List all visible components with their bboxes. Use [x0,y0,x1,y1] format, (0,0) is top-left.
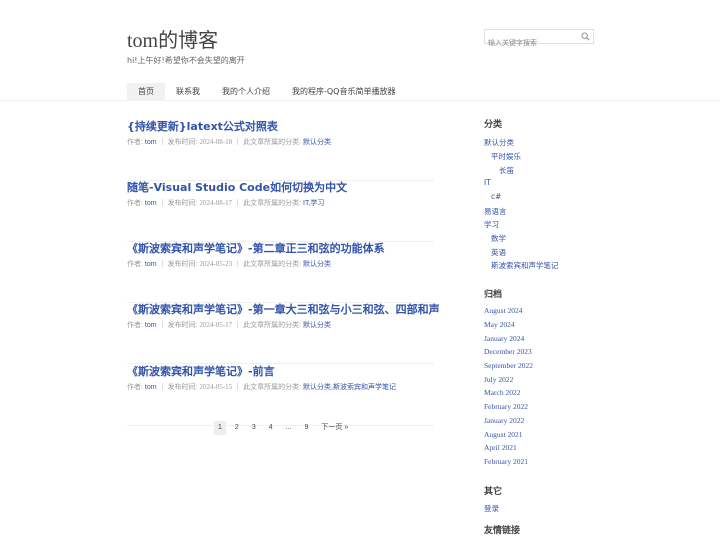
post-date: 2024-05-23 [199,260,233,268]
category-label: 此文章所属的分类: [243,200,304,207]
post-date: 2024-08-17 [199,199,233,207]
category-label: 此文章所属的分类: [243,384,304,391]
page-ellipsis: ... [285,424,292,431]
post-author-link[interactable]: tom [145,322,157,329]
nav-item-about[interactable]: 我的个人介绍 [211,83,281,100]
category-label: 此文章所属的分类: [243,322,304,329]
post-meta: 作者: tom 发布时间: 2024-08-18 此文章所属的分类: 默认分类 [127,137,331,147]
page-link-last[interactable]: 9 [300,421,312,435]
sidebar-category-link[interactable]: 默认分类 [484,137,514,148]
site-title[interactable]: tom的博客 [127,24,218,53]
sidebar-archive-link[interactable]: February 2021 [484,457,528,466]
post-meta: 作者: tom 发布时间: 2024-08-17 此文章所属的分类: IT,学习 [127,198,324,208]
site-description: hi!上午好!希望你不会失望的离开 [127,56,245,65]
post-date: 2024-08-18 [199,138,233,146]
sidebar-category-link[interactable]: 长笛 [499,165,514,176]
search-input[interactable] [485,36,576,50]
sidebar-archive-link[interactable]: January 2024 [484,334,524,343]
post-author-link[interactable]: tom [145,139,157,146]
post-item: 《斯波索宾和声学笔记》-第一章大三和弦与小三和弦、四部和声 作者: tom 发布时… [127,301,440,364]
category-label: 此文章所属的分类: [243,261,304,268]
post-date: 2024-05-15 [199,383,233,391]
post-category-link[interactable]: 默认分类,斯波索宾和声学笔记 [303,384,396,391]
published-label: 发布时间: [167,322,200,329]
post-author-link[interactable]: tom [145,384,157,391]
post-meta: 作者: tom 发布时间: 2024-05-15 此文章所属的分类: 默认分类,斯波… [127,382,396,392]
login-link[interactable]: 登录 [484,503,499,514]
post-meta: 作者: tom 发布时间: 2024-05-17 此文章所属的分类: 默认分类 [127,320,331,330]
post-item: {持续更新}latext公式对照表 作者: tom 发布时间: 2024-08-1… [127,118,434,181]
sidebar-category-link[interactable]: 平时娱乐 [491,151,521,162]
published-label: 发布时间: [167,384,200,391]
category-label: 此文章所属的分类: [243,139,304,146]
sidebar-category-link[interactable]: 数学 [491,233,506,244]
sidebar-category-link[interactable]: 易语言 [484,206,507,217]
author-label: 作者: [127,322,145,329]
search-icon[interactable] [581,32,590,41]
post-item: 《斯波索宾和声学笔记》-第二章正三和弦的功能体系 作者: tom 发布时间: 20… [127,240,434,303]
page-link-2[interactable]: 2 [231,421,243,435]
sidebar-category-link[interactable]: c# [491,192,501,201]
post-title-link[interactable]: 随笔-Visual Studio Code如何切换为中文 [127,179,347,195]
post-title-link[interactable]: 《斯波索宾和声学笔记》-第二章正三和弦的功能体系 [127,240,385,256]
post-meta: 作者: tom 发布时间: 2024-05-23 此文章所属的分类: 默认分类 [127,259,331,269]
author-label: 作者: [127,261,145,268]
sidebar-category-link[interactable]: 英语 [491,247,506,258]
post-date: 2024-05-17 [199,321,233,329]
sidebar-archive-link[interactable]: July 2022 [484,375,513,384]
nav-item-contact[interactable]: 联系我 [165,83,211,100]
author-label: 作者: [127,139,145,146]
sidebar-archive-link[interactable]: March 2022 [484,388,520,397]
post-category-link[interactable]: 默认分类 [303,139,331,146]
sidebar-archive-link[interactable]: December 2023 [484,347,532,356]
post-title-link[interactable]: 《斯波索宾和声学笔记》-前言 [127,363,275,379]
sidebar-category-link[interactable]: IT [484,178,491,187]
post-category-link[interactable]: 默认分类 [303,322,331,329]
post-item: 《斯波索宾和声学笔记》-前言 作者: tom 发布时间: 2024-05-15 此文… [127,363,434,426]
sidebar-links-title: 友情链接 [484,526,521,536]
sidebar-archives-title: 归档 [484,290,503,300]
published-label: 发布时间: [167,200,200,207]
post-author-link[interactable]: tom [145,261,157,268]
post-author-link[interactable]: tom [145,200,157,207]
post-category-link[interactable]: IT,学习 [303,200,324,207]
sidebar-archive-link[interactable]: August 2024 [484,306,523,315]
search-box [484,29,594,50]
sidebar-archive-link[interactable]: January 2022 [484,416,524,425]
sidebar-categories-title: 分类 [484,120,503,130]
sidebar-archive-link[interactable]: April 2021 [484,443,517,452]
sidebar-archive-link[interactable]: August 2021 [484,430,523,439]
post-item: 随笔-Visual Studio Code如何切换为中文 作者: tom 发布时间… [127,179,434,242]
page-link-4[interactable]: 4 [265,421,277,435]
published-label: 发布时间: [167,139,200,146]
nav-item-home[interactable]: 首页 [127,83,165,100]
next-page-link[interactable]: 下一页 » [317,421,352,435]
author-label: 作者: [127,384,145,391]
published-label: 发布时间: [167,261,200,268]
sidebar-archive-link[interactable]: May 2024 [484,320,515,329]
post-category-link[interactable]: 默认分类 [303,261,331,268]
page-link-3[interactable]: 3 [248,421,260,435]
sidebar-category-link[interactable]: 斯波索宾和声学笔记 [491,260,559,271]
site-header: tom的博客 hi!上午好!希望你不会失望的离开 首页 联系我 我的个人介绍 我… [0,0,720,101]
nav-item-qq-music-player[interactable]: 我的程序-QQ音乐简单播放器 [281,83,406,100]
sidebar-other-title: 其它 [484,487,503,497]
author-label: 作者: [127,200,145,207]
post-title-link[interactable]: 《斯波索宾和声学笔记》-第一章大三和弦与小三和弦、四部和声 [127,301,440,317]
sidebar-archive-link[interactable]: February 2022 [484,402,528,411]
post-title-link[interactable]: {持续更新}latext公式对照表 [127,118,278,134]
sidebar-archive-link[interactable]: September 2022 [484,361,533,370]
sidebar-category-link[interactable]: 学习 [484,219,499,230]
page-current: 1 [214,421,226,435]
pagination: 1 2 3 4 ... 9 下一页 » [214,421,357,435]
main-nav: 首页 联系我 我的个人介绍 我的程序-QQ音乐简单播放器 [127,83,406,100]
